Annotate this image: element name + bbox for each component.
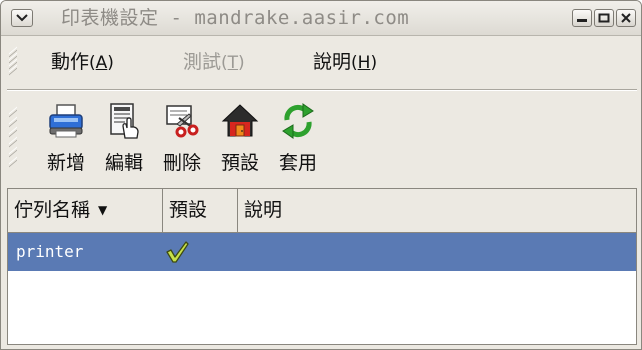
chevron-down-icon <box>16 14 28 22</box>
apply-button[interactable]: 套用 <box>269 102 327 182</box>
set-default-button[interactable]: 預設 <box>211 102 269 182</box>
column-header-description[interactable]: 說明 <box>238 189 636 232</box>
menubar-separator <box>7 89 637 91</box>
apply-refresh-icon <box>282 103 314 139</box>
menubar-grip-handle[interactable] <box>9 46 17 76</box>
window-title: 印表機設定 - mandrake.aasir.com <box>61 7 410 29</box>
menu-test-label: 測試 <box>183 51 222 73</box>
delete-printer-button[interactable]: 刪除 <box>153 102 211 182</box>
menu-bar: 動作(A) 測試(T) 說明(H) <box>1 36 641 86</box>
menu-action[interactable]: 動作(A) <box>51 49 114 75</box>
printer-add-icon <box>49 104 83 138</box>
delete-scissors-icon <box>166 105 199 138</box>
add-printer-button[interactable]: 新增 <box>37 102 95 182</box>
table-row[interactable]: printer <box>8 233 636 271</box>
delete-printer-label: 刪除 <box>162 152 201 174</box>
close-button[interactable] <box>616 9 636 27</box>
column-header-default-label: 預設 <box>169 199 208 221</box>
menu-action-label: 動作 <box>51 51 90 73</box>
list-header: 佇列名稱 ▼ 預設 說明 <box>8 189 636 233</box>
window-bottom-edge <box>7 345 637 349</box>
column-header-queue-name-label: 佇列名稱 <box>14 199 91 221</box>
menu-test[interactable]: 測試(T) <box>183 49 245 75</box>
maximize-icon <box>598 13 610 23</box>
printer-queue-list[interactable]: 佇列名稱 ▼ 預設 說明 printer <box>7 188 637 345</box>
toolbar: 新增 編輯 刪除 預設 套用 <box>1 92 641 186</box>
queue-name-cell: printer <box>16 242 84 261</box>
minimize-icon <box>577 19 587 22</box>
apply-label: 套用 <box>278 152 317 174</box>
sort-down-arrow-icon: ▼ <box>98 203 108 217</box>
printer-config-window: 印表機設定 - mandrake.aasir.com 動作(A) 測試(T) 說… <box>0 0 642 350</box>
column-header-default[interactable]: 預設 <box>163 189 238 232</box>
column-header-queue-name[interactable]: 佇列名稱 ▼ <box>8 189 163 232</box>
minimize-button[interactable] <box>572 9 592 27</box>
edit-printer-label: 編輯 <box>104 152 143 174</box>
menu-help-label: 說明 <box>313 51 352 73</box>
toolbar-grip-handle[interactable] <box>9 106 17 172</box>
edit-document-icon <box>110 103 139 139</box>
title-bar[interactable]: 印表機設定 - mandrake.aasir.com <box>1 1 641 36</box>
menu-help[interactable]: 說明(H) <box>313 49 377 75</box>
home-default-icon <box>221 104 259 137</box>
maximize-button[interactable] <box>594 9 614 27</box>
set-default-label: 預設 <box>220 152 259 174</box>
default-check-icon[interactable] <box>165 240 189 264</box>
window-menu-button[interactable] <box>11 9 33 27</box>
column-header-description-label: 說明 <box>244 199 283 221</box>
close-icon <box>621 13 631 23</box>
edit-printer-button[interactable]: 編輯 <box>95 102 153 182</box>
add-printer-label: 新增 <box>46 152 85 174</box>
